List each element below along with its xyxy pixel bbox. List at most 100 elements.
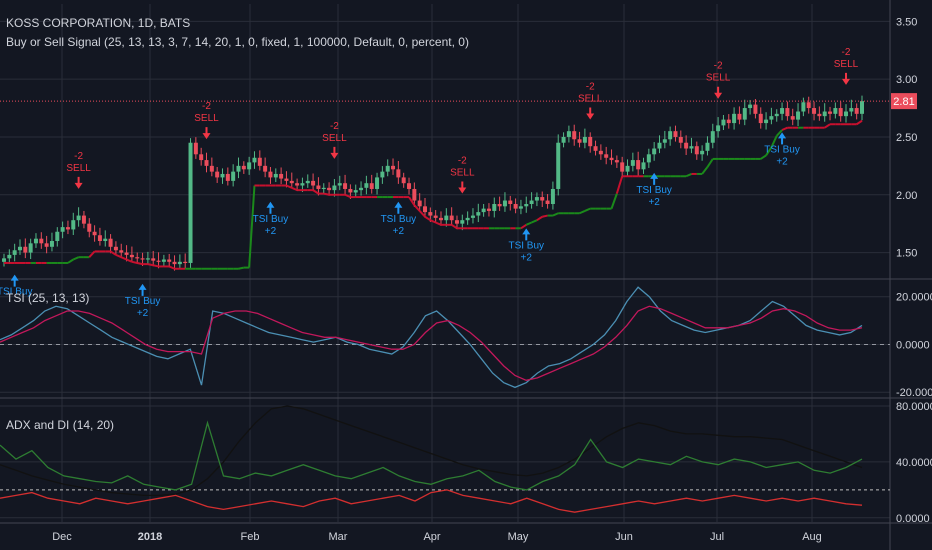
buy-signal-label: TSI Buy: [764, 144, 800, 155]
candle-body: [572, 131, 577, 140]
buy-signal-label: TSI Buy: [508, 240, 544, 251]
x-tick-label: May: [508, 531, 529, 543]
candle-body: [327, 187, 332, 191]
candle-body: [444, 215, 449, 221]
candle-body: [465, 217, 470, 221]
y-tick-label: 3.00: [896, 74, 917, 86]
candle-body: [348, 188, 353, 193]
candle-body: [545, 200, 550, 205]
candle-body: [678, 136, 683, 143]
candle-body: [721, 119, 726, 126]
candle-body: [305, 180, 310, 184]
candle-body: [268, 171, 273, 178]
candle-body: [454, 220, 459, 224]
candle-body: [684, 142, 689, 149]
candle-body: [300, 183, 305, 186]
candle-body: [140, 258, 145, 260]
sell-signal-label: SELL: [194, 113, 219, 124]
y-tick-label: 1.50: [896, 248, 917, 260]
sell-signal-label: SELL: [706, 73, 731, 84]
candle-body: [321, 187, 326, 190]
candle-body: [657, 142, 662, 149]
chart-background: [0, 0, 932, 550]
candle-body: [92, 231, 97, 236]
x-tick-label: Mar: [329, 531, 348, 543]
candle-body: [263, 165, 268, 172]
candle-body: [353, 190, 358, 193]
buy-signal-value: +2: [393, 226, 405, 237]
candle-body: [849, 108, 854, 112]
buy-signal-value: +2: [648, 197, 660, 208]
buy-signal-label: TSI Buy: [125, 296, 161, 307]
candle-body: [71, 220, 76, 230]
x-tick-label: Aug: [802, 531, 822, 543]
candle-body: [566, 131, 571, 137]
buy-signal-label: TSI Buy: [636, 185, 672, 196]
candle-body: [17, 246, 22, 251]
sell-signal-value: -2: [74, 151, 83, 162]
candle-body: [534, 197, 539, 201]
candle-body: [65, 227, 70, 230]
sell-signal-label: SELL: [834, 59, 859, 70]
candle-body: [385, 165, 390, 172]
candle-body: [407, 183, 412, 189]
candle-body: [780, 108, 785, 114]
candle-body: [609, 157, 614, 161]
candle-body: [28, 243, 33, 253]
y-tick-label: 0.0000: [896, 339, 930, 351]
candle-body: [492, 204, 497, 211]
x-tick-label: Feb: [241, 531, 260, 543]
candle-body: [23, 246, 28, 253]
candle-body: [854, 108, 859, 114]
candle-body: [630, 160, 635, 166]
candle-body: [470, 215, 475, 218]
candle-body: [135, 257, 140, 259]
candle-body: [732, 113, 737, 124]
candle-body: [742, 108, 747, 120]
candle-body: [785, 108, 790, 117]
candle-body: [646, 154, 651, 163]
candle-body: [103, 238, 108, 242]
candle-body: [476, 212, 481, 216]
y-tick-label: 80.0000: [896, 401, 932, 413]
candle-body: [284, 178, 289, 181]
buy-signal-label: TSI Buy: [381, 214, 417, 225]
candle-body: [588, 136, 593, 147]
candle-body: [332, 185, 337, 191]
candle-body: [598, 150, 603, 155]
candle-body: [833, 108, 838, 114]
candle-body: [497, 204, 502, 207]
candle-body: [369, 183, 374, 189]
sell-signal-label: SELL: [578, 94, 603, 105]
candle-body: [236, 165, 241, 172]
candle-body: [49, 241, 54, 247]
sell-signal-label: SELL: [322, 133, 347, 144]
candle-body: [694, 146, 699, 155]
candle-body: [550, 188, 555, 205]
candle-body: [257, 157, 262, 166]
candle-body: [108, 238, 113, 247]
candle-body: [748, 104, 753, 109]
candle-body: [689, 146, 694, 149]
candle-body: [2, 258, 6, 262]
trailing-stop-segment: [153, 264, 159, 268]
candle-body: [289, 180, 294, 184]
candle-body: [145, 258, 150, 260]
candle-body: [396, 169, 401, 178]
buy-signal-value: +2: [265, 226, 277, 237]
candle-body: [801, 102, 806, 112]
candle-body: [860, 101, 864, 114]
candle-body: [540, 197, 545, 201]
sell-signal-value: -2: [714, 61, 723, 72]
y-tick-label: 40.0000: [896, 457, 932, 469]
strategy-legend: Buy or Sell Signal (25, 13, 13, 3, 7, 14…: [6, 35, 469, 49]
candle-body: [737, 113, 742, 120]
y-tick-label: 3.50: [896, 16, 917, 28]
candle-body: [97, 235, 102, 242]
candle-body: [151, 258, 156, 261]
candle-body: [614, 160, 619, 163]
sell-signal-label: SELL: [66, 163, 91, 174]
trailing-stop-segment: [542, 214, 548, 218]
candle-body: [12, 250, 17, 255]
candle-body: [279, 173, 284, 179]
